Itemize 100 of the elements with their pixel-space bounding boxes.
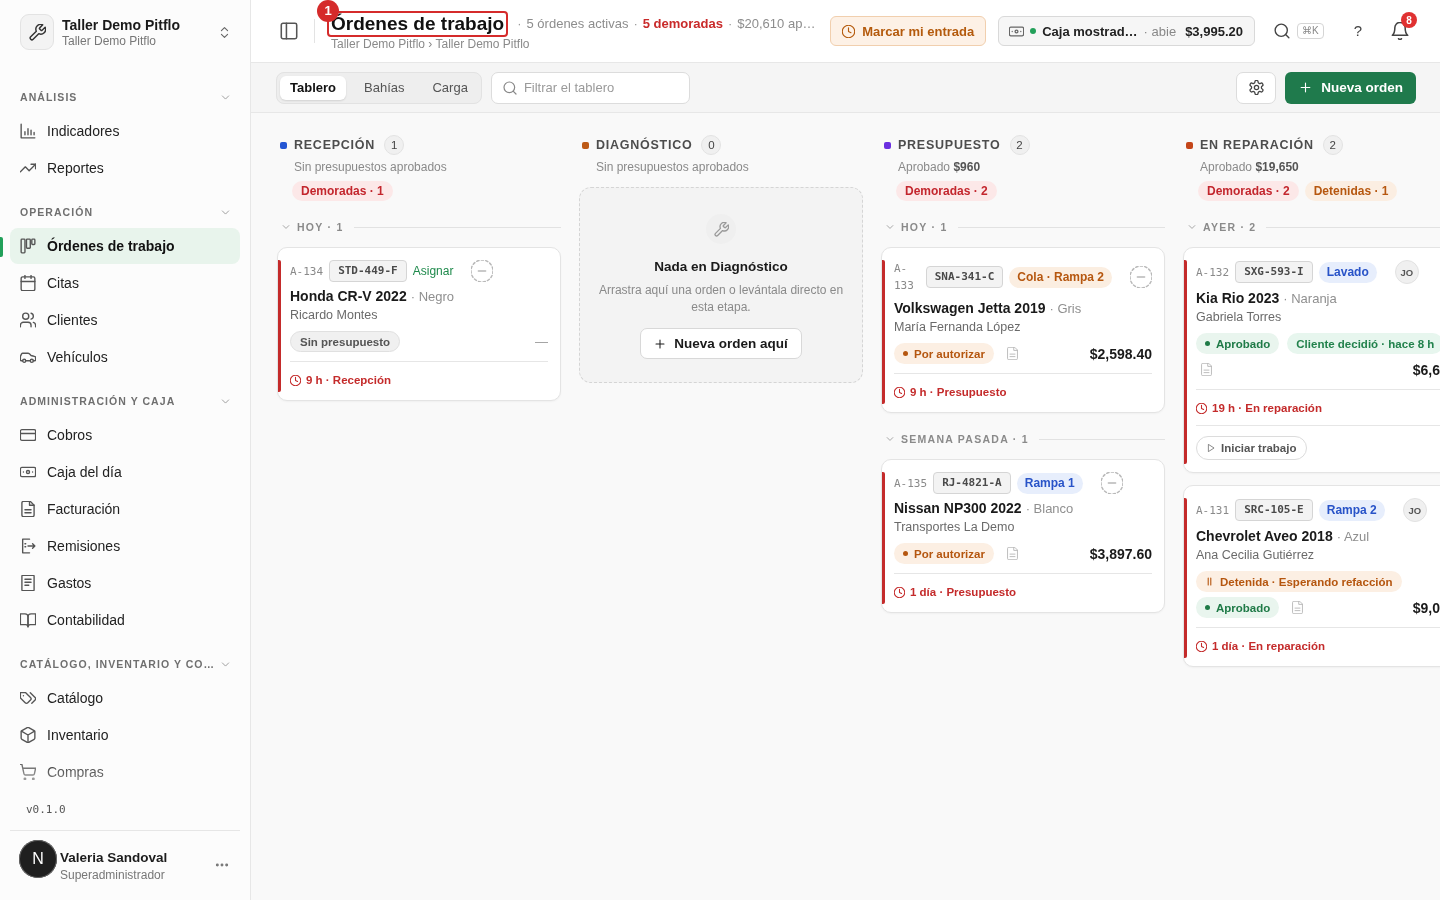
status-pill: Por autorizar [894,343,994,364]
time-in-stage: 19 h · En reparación [1212,401,1322,416]
new-order-button[interactable]: Nueva orden [1285,71,1416,104]
version-label: v0.1.0 [25,802,67,818]
document-icon[interactable] [1291,601,1305,614]
new-order-here-button[interactable]: Nueva orden aquí [640,328,802,359]
status-pill: Aprobado [1196,597,1280,618]
nav-item[interactable]: Catálogo [10,680,240,716]
nav-item[interactable]: Vehículos [10,339,240,375]
column-summary: Sin presupuestos aprobados [595,159,750,175]
chevron-down-icon[interactable] [885,222,895,232]
column-title: DIAGNÓSTICO [596,138,693,152]
order-card[interactable]: A-133 SNA-341-C Cola · Rampa 2 Volkswagen Jetta 2019 · Gris María Fernanda López Por autorizar $2,598.40 9 h · Presupuesto [881,247,1165,413]
view-tab[interactable]: Carga [422,75,478,100]
clock-icon [290,374,301,386]
chevron-down-icon[interactable] [885,434,895,444]
drop-zone[interactable]: Nada en Diagnóstico Arrastra aquí una orden o levántala directo en esta etapa. Nueva orden aquí [579,187,863,383]
time-in-stage: 9 h · Recepción [306,373,391,388]
nav-item[interactable]: Caja del día [10,454,240,490]
column-title: RECEPCIÓN [294,138,376,152]
license-plate: STD-449-F [329,260,407,282]
wrench-icon [706,214,736,244]
breadcrumb[interactable]: Taller Demo Pitflo › Taller Demo Pitflo [327,36,816,52]
license-plate: SXG-593-I [1235,261,1313,283]
chevron-down-icon[interactable] [1187,222,1197,232]
column-summary: Sin presupuestos aprobados [293,159,448,175]
nav-item[interactable]: Indicadores [10,113,240,149]
document-icon[interactable] [1005,347,1019,360]
nav-item[interactable]: Remisiones [10,528,240,564]
nav-item[interactable]: Reportes [10,150,240,186]
start-work-button[interactable]: Iniciar trabajo [1196,436,1308,460]
bay-tag: Rampa 2 [1318,499,1385,521]
vehicle-name: Honda CR-V 2022 [290,288,407,304]
customer-name: Transportes La Demo [894,519,1016,536]
chevron-down-icon[interactable] [281,222,291,232]
pause-icon [1205,577,1214,586]
column-count: 0 [701,135,722,155]
unassigned-avatar-icon[interactable] [1130,266,1152,288]
group-label: HOY · 1 [901,221,948,233]
document-icon[interactable] [1200,363,1213,376]
status-pill: Aprobado [1196,333,1280,354]
order-number: A-133 [894,261,915,294]
nav-item[interactable]: Contabilidad [10,602,240,638]
nav-item[interactable]: Clientes [10,302,240,338]
plus-icon [654,337,667,350]
document-icon[interactable] [1005,547,1019,560]
clock-in-button[interactable]: Marcar mi entrada [830,16,987,46]
nav-item[interactable]: Inventario [10,717,240,753]
status-chip[interactable]: Detenidas · 1 [1304,181,1398,201]
column-count: 2 [1322,135,1343,155]
empty-description: Arrastra aquí una orden o levántala directo en esta etapa. [597,282,845,316]
status-chip[interactable]: Demoradas · 1 [292,181,393,201]
settings-button[interactable] [1236,71,1277,104]
customer-name: Gabriela Torres [1196,309,1283,326]
shortcut-hint: ⌘K [1297,23,1324,39]
order-card[interactable]: A-131 SRC-105-E Rampa 2 JO Chevrolet Aveo 2018 · Azul Ana Cecilia Gutiérrez Detenida · Esperando refacción Aprobado $9,0 1 día · En reparación [1183,485,1440,667]
empty-title: Nada en Diagnóstico [654,259,788,275]
user-avatar: N [19,840,57,878]
nav-item[interactable]: Citas [10,265,240,301]
view-tab[interactable]: Tablero [280,75,346,100]
tags-icon [20,690,36,706]
help-button[interactable]: ? [1353,22,1362,40]
order-card[interactable]: A-134 STD-449-F Asignar Honda CR-V 2022 · Negro Ricardo Montes Sin presupuesto — 9 h · Recepción [277,247,561,401]
status-chip[interactable]: Demoradas · 2 [1198,181,1299,201]
nav-item[interactable]: Compras [10,754,240,790]
column-summary: Aprobado $19,650 [1199,159,1300,175]
nav-item[interactable]: Cobros [10,417,240,453]
status-dot-icon [903,351,908,356]
clock-icon [1196,402,1207,414]
assignee-avatar[interactable]: JO [1402,498,1427,522]
status-chip[interactable]: Demoradas · 2 [896,181,997,201]
header-stat: · $20,610 ap… [727,16,816,31]
license-plate: RJ-4821-A [933,472,1011,494]
filter-field[interactable]: Filtrar el tablero [490,71,690,104]
clock-icon [1196,640,1207,652]
plus-icon [1299,81,1313,94]
nav-item[interactable]: Gastos [10,565,240,601]
workspace-name: Taller Demo Pitflo [62,15,181,34]
nav-item[interactable]: Órdenes de trabajo [10,228,240,264]
group-label: HOY · 1 [297,221,344,233]
card-icon [20,427,36,443]
chevron-up-down-icon[interactable] [218,25,231,39]
cash-register-button[interactable]: Caja mostrad… · abie $3,995.20 [998,16,1255,46]
bell-icon[interactable] [1391,22,1409,40]
assign-link[interactable]: Asignar [412,264,454,278]
unassigned-avatar-icon[interactable] [1100,472,1123,494]
order-card[interactable]: A-135 RJ-4821-A Rampa 1 Nissan NP300 2022 · Blanco Transportes La Demo Por autorizar $3,897.60 1 día · Presupuesto [881,459,1165,613]
assignee-avatar[interactable]: JO [1394,260,1419,284]
view-tab[interactable]: Bahías [354,75,415,100]
clock-icon [894,386,905,398]
sidebar-toggle-icon[interactable] [280,22,298,40]
nav-item[interactable]: Facturación [10,491,240,527]
unassigned-avatar-icon[interactable] [471,260,494,282]
order-amount: $2,598.40 [1089,345,1152,362]
time-in-stage: 1 día · Presupuesto [910,585,1017,600]
status-pill: Por autorizar [894,543,994,564]
vehicle-color: · Naranja [1283,291,1337,306]
search-icon[interactable] [1274,23,1290,39]
order-card[interactable]: A-132 SXG-593-I Lavado JO Kia Rio 2023 · Naranja Gabriela Torres Aprobado Cliente decidió · hace 8 h $6,6 19 h · En reparación Iniciar trabajo [1183,247,1440,473]
section-title: ADMINISTRACIÓN Y CAJA [20,394,177,408]
